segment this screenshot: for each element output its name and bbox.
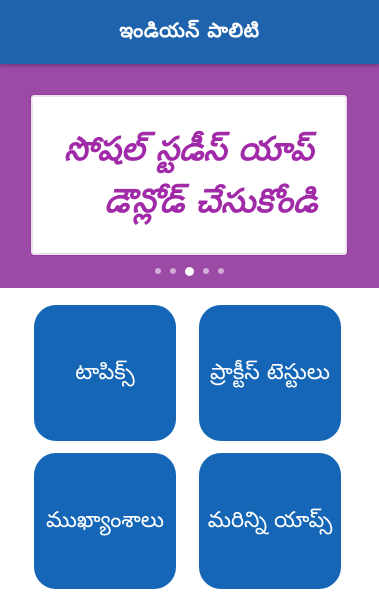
banner-carousel[interactable]: సోషల్ స్టడీస్ యాప్ డౌన్లోడ్ చేసుకోండి (0, 64, 379, 288)
more-apps-button[interactable]: మరిన్ని యాప్స్ (199, 453, 341, 589)
app-title: ఇండియన్ పాలిటి (119, 17, 260, 42)
banner-text-line1: సోషల్ స్టడీస్ యాప్ (64, 129, 314, 168)
page-dot[interactable] (170, 268, 176, 274)
highlights-button[interactable]: ముఖ్యాంశాలు (34, 453, 176, 589)
app-screen: ఇండియన్ పాలిటి సోషల్ స్టడీస్ యాప్ డౌన్లో… (0, 0, 379, 592)
banner-slide[interactable]: సోషల్ స్టడీస్ యాప్ డౌన్లోడ్ చేసుకోండి (31, 95, 347, 255)
page-dot[interactable] (218, 268, 224, 274)
page-dot[interactable] (155, 268, 161, 274)
app-bar: ఇండియన్ పాలిటి (0, 0, 379, 64)
page-dot[interactable] (203, 268, 209, 274)
practice-tests-button[interactable]: ప్రాక్టీస్ టెస్టులు (199, 305, 341, 441)
practice-tests-label: ప్రాక్టీస్ టెస్టులు (209, 360, 330, 385)
topics-button[interactable]: టాపిక్స్ (34, 305, 176, 441)
more-apps-label: మరిన్ని యాప్స్ (207, 508, 333, 533)
topics-label: టాపిక్స్ (75, 360, 135, 385)
page-dot-active[interactable] (185, 266, 194, 276)
banner-text-line2: డౌన్లోడ్ చేసుకోండి (104, 181, 318, 220)
highlights-label: ముఖ్యాంశాలు (46, 508, 164, 533)
carousel-page-indicator (0, 265, 379, 277)
